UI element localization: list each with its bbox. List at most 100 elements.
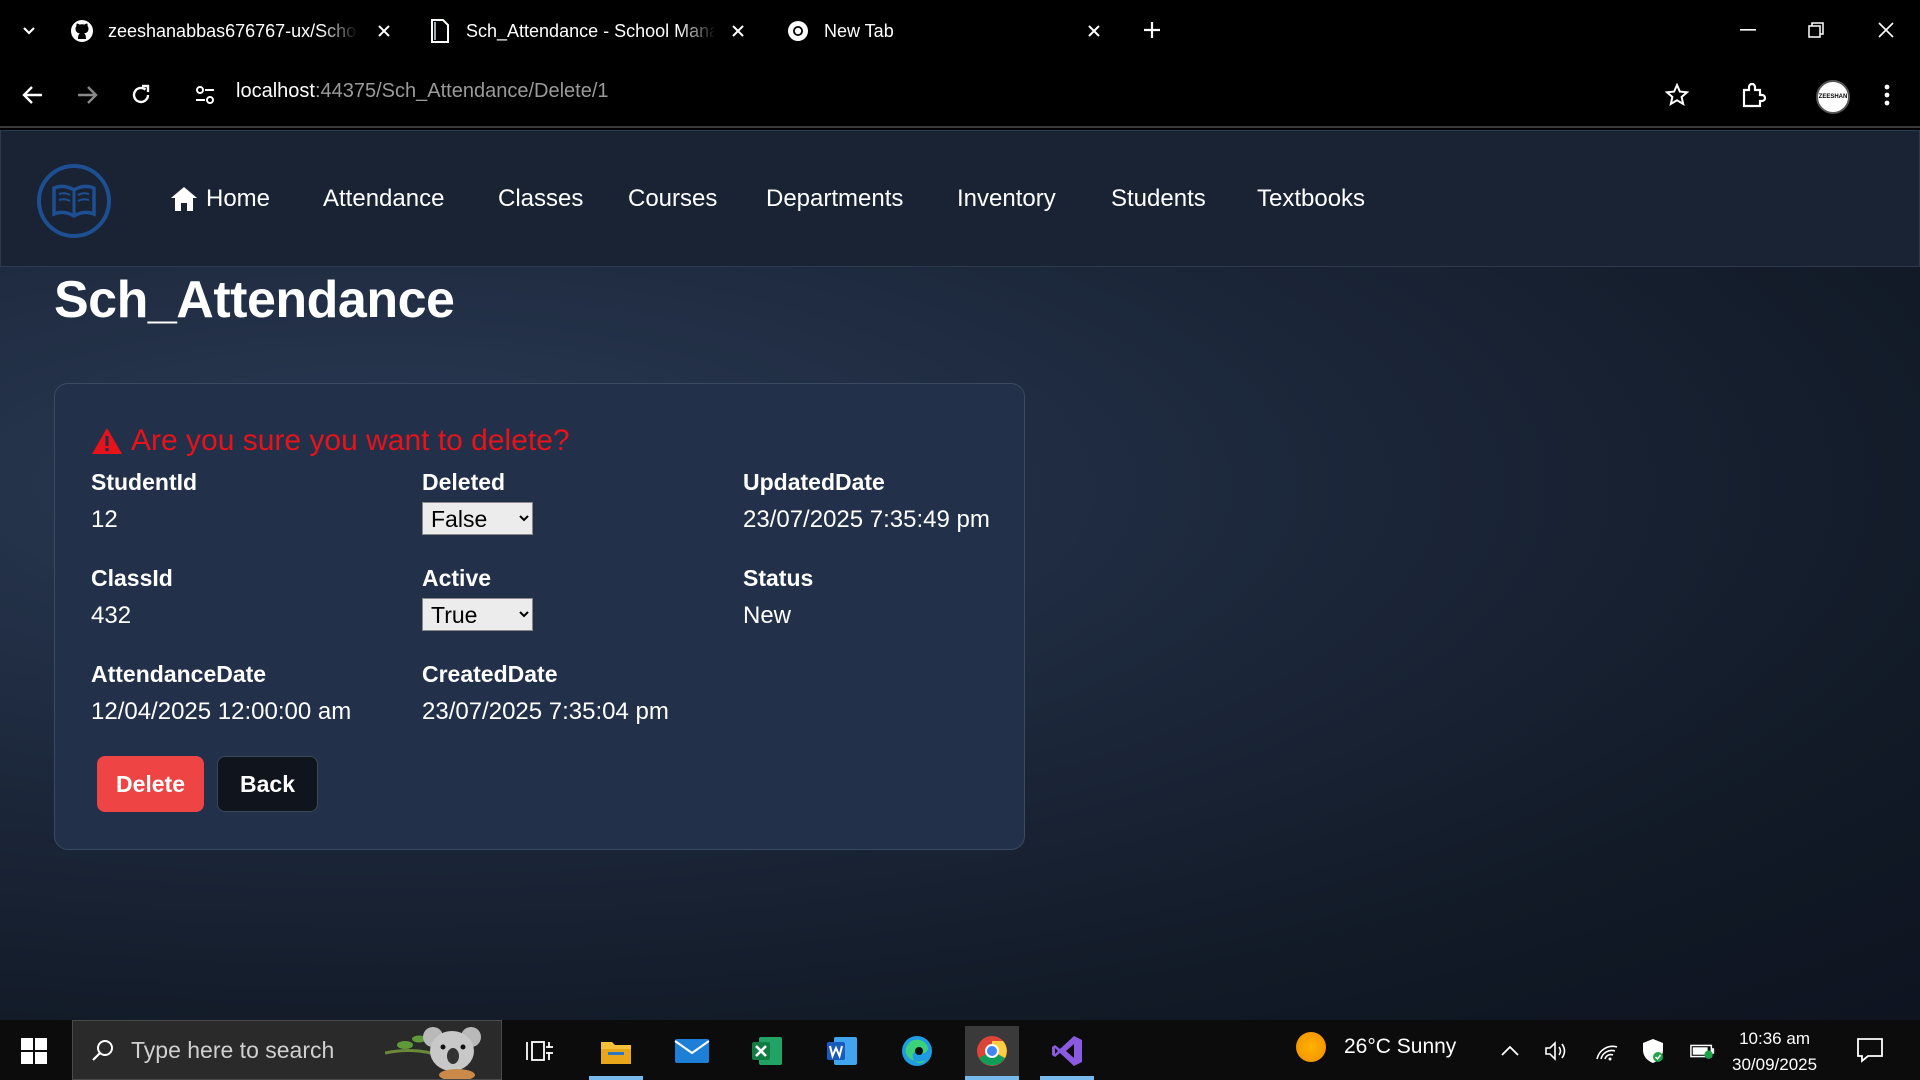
url-path: :44375/Sch_Attendance/Delete/1 bbox=[314, 80, 609, 102]
github-icon bbox=[70, 19, 94, 43]
field-label: Deleted bbox=[422, 469, 506, 495]
field-label: AttendanceDate bbox=[91, 661, 267, 687]
field-value: 12/04/2025 12:00:00 am bbox=[91, 698, 352, 725]
chrome-icon bbox=[786, 19, 810, 43]
page-icon bbox=[428, 19, 452, 43]
search-placeholder: Type here to search bbox=[131, 1036, 335, 1063]
excel-icon[interactable] bbox=[740, 1026, 794, 1076]
tab-close-icon[interactable] bbox=[726, 19, 750, 43]
taskbar-search-box[interactable]: Type here to search bbox=[72, 1020, 502, 1080]
field-student-id: StudentId 12 bbox=[91, 469, 197, 534]
deleted-select[interactable]: False bbox=[422, 502, 533, 535]
open-book-logo-icon[interactable] bbox=[37, 164, 111, 238]
field-label: UpdatedDate bbox=[743, 469, 885, 495]
field-class-id: ClassId 432 bbox=[91, 565, 173, 630]
bookmark-star-icon[interactable] bbox=[1658, 76, 1696, 114]
extensions-puzzle-icon[interactable] bbox=[1734, 76, 1772, 114]
field-created-date: CreatedDate 23/07/2025 7:35:04 pm bbox=[422, 661, 669, 726]
sun-icon bbox=[1296, 1032, 1326, 1062]
chrome-taskbar-icon[interactable] bbox=[965, 1026, 1019, 1080]
windows-taskbar: Type here to search 26°C Sunny 10:36 am … bbox=[0, 1020, 1920, 1080]
windows-start-icon[interactable] bbox=[14, 1034, 54, 1068]
mail-icon[interactable] bbox=[665, 1026, 719, 1076]
file-explorer-icon[interactable] bbox=[589, 1026, 643, 1080]
nav-inventory[interactable]: Inventory bbox=[957, 185, 1056, 213]
address-bar[interactable]: localhost:44375/Sch_Attendance/Delete/1 bbox=[236, 80, 609, 103]
koala-illustration-icon bbox=[385, 1027, 481, 1079]
forward-arrow-icon[interactable] bbox=[68, 76, 106, 114]
url-host: localhost bbox=[236, 80, 315, 102]
field-value: 432 bbox=[91, 602, 132, 629]
reload-icon[interactable] bbox=[122, 76, 160, 114]
field-updated-date: UpdatedDate 23/07/2025 7:35:49 pm bbox=[743, 469, 990, 534]
tab-close-icon[interactable] bbox=[372, 19, 396, 43]
word-icon[interactable] bbox=[815, 1026, 869, 1076]
nav-classes[interactable]: Classes bbox=[498, 185, 583, 213]
page-title: Sch_Attendance bbox=[54, 271, 455, 329]
warning-text: Are you sure you want to delete? bbox=[131, 424, 570, 457]
tab-search-chevron-icon[interactable] bbox=[14, 16, 44, 46]
restore-icon[interactable] bbox=[1796, 12, 1836, 48]
delete-warning: Are you sure you want to delete? bbox=[91, 424, 570, 458]
nav-home[interactable]: Home bbox=[170, 185, 270, 213]
home-icon bbox=[171, 187, 197, 211]
field-attendance-date: AttendanceDate 12/04/2025 12:00:00 am bbox=[91, 661, 351, 726]
network-icon[interactable] bbox=[1594, 1038, 1620, 1064]
edge-icon[interactable] bbox=[890, 1026, 944, 1076]
field-value: New bbox=[743, 602, 792, 629]
field-label: CreatedDate bbox=[422, 661, 558, 687]
nav-attendance[interactable]: Attendance bbox=[323, 185, 444, 213]
clock-date: 30/09/2025 bbox=[1732, 1055, 1818, 1074]
show-hidden-icons-chevron-icon[interactable] bbox=[1497, 1038, 1523, 1064]
active-select[interactable]: True bbox=[422, 598, 533, 631]
nav-courses[interactable]: Courses bbox=[628, 185, 717, 213]
field-label: ClassId bbox=[91, 565, 173, 591]
nav-textbooks[interactable]: Textbooks bbox=[1257, 185, 1365, 213]
clock-time: 10:36 am bbox=[1739, 1029, 1810, 1048]
nav-departments[interactable]: Departments bbox=[766, 185, 903, 213]
field-value: 23/07/2025 7:35:04 pm bbox=[422, 698, 669, 725]
delete-confirmation-card: Are you sure you want to delete? Student… bbox=[54, 383, 1025, 850]
tab-title: zeeshanabbas676767-ux/Schoo bbox=[108, 20, 358, 41]
nav-label: Home bbox=[206, 185, 271, 212]
notification-center-icon[interactable] bbox=[1856, 1036, 1884, 1069]
tab-close-icon[interactable] bbox=[1082, 19, 1106, 43]
site-settings-icon[interactable] bbox=[186, 76, 224, 114]
profile-avatar[interactable]: ZEESHAN bbox=[1816, 80, 1850, 114]
field-label: StudentId bbox=[91, 469, 198, 495]
minimize-icon[interactable] bbox=[1728, 12, 1768, 48]
web-page: Home Attendance Classes Courses Departme… bbox=[0, 130, 1920, 1020]
search-icon bbox=[92, 1040, 113, 1061]
tab-new-tab[interactable]: New Tab bbox=[786, 8, 1116, 54]
field-label: Active bbox=[422, 565, 492, 591]
tab-sch-attendance[interactable]: Sch_Attendance - School Mana bbox=[428, 8, 758, 54]
menu-kebab-icon[interactable] bbox=[1868, 76, 1906, 114]
tab-github[interactable]: zeeshanabbas676767-ux/Schoo bbox=[70, 8, 400, 54]
nav-students[interactable]: Students bbox=[1111, 185, 1206, 213]
volume-icon[interactable] bbox=[1543, 1038, 1569, 1064]
field-value: 23/07/2025 7:35:49 pm bbox=[743, 506, 990, 533]
battery-icon[interactable] bbox=[1690, 1038, 1716, 1064]
field-deleted: Deleted False bbox=[422, 469, 533, 535]
field-value: 12 bbox=[91, 506, 118, 533]
delete-button[interactable]: Delete bbox=[97, 756, 204, 812]
close-window-icon[interactable] bbox=[1866, 12, 1906, 48]
browser-tabstrip: zeeshanabbas676767-ux/Schoo Sch_Attendan… bbox=[0, 0, 1920, 62]
new-tab-plus-icon[interactable] bbox=[1138, 16, 1166, 44]
tab-title: New Tab bbox=[824, 20, 894, 41]
security-shield-icon[interactable] bbox=[1640, 1038, 1666, 1064]
field-status: Status New bbox=[743, 565, 813, 630]
weather-widget[interactable]: 26°C Sunny bbox=[1296, 1032, 1456, 1062]
field-active: Active True bbox=[422, 565, 533, 631]
weather-text: 26°C Sunny bbox=[1344, 1035, 1457, 1058]
field-label: Status bbox=[743, 565, 814, 591]
back-button[interactable]: Back bbox=[217, 756, 318, 812]
browser-toolbar: localhost:44375/Sch_Attendance/Delete/1 bbox=[0, 62, 1920, 128]
site-navbar: Home Attendance Classes Courses Departme… bbox=[0, 130, 1920, 267]
tab-title: Sch_Attendance - School Mana bbox=[466, 20, 716, 41]
visual-studio-icon[interactable] bbox=[1040, 1026, 1094, 1080]
system-clock[interactable]: 10:36 am 30/09/2025 bbox=[1732, 1026, 1817, 1078]
back-arrow-icon[interactable] bbox=[14, 76, 52, 114]
task-view-icon[interactable] bbox=[513, 1026, 567, 1076]
profile-label: ZEESHAN bbox=[1818, 94, 1848, 100]
